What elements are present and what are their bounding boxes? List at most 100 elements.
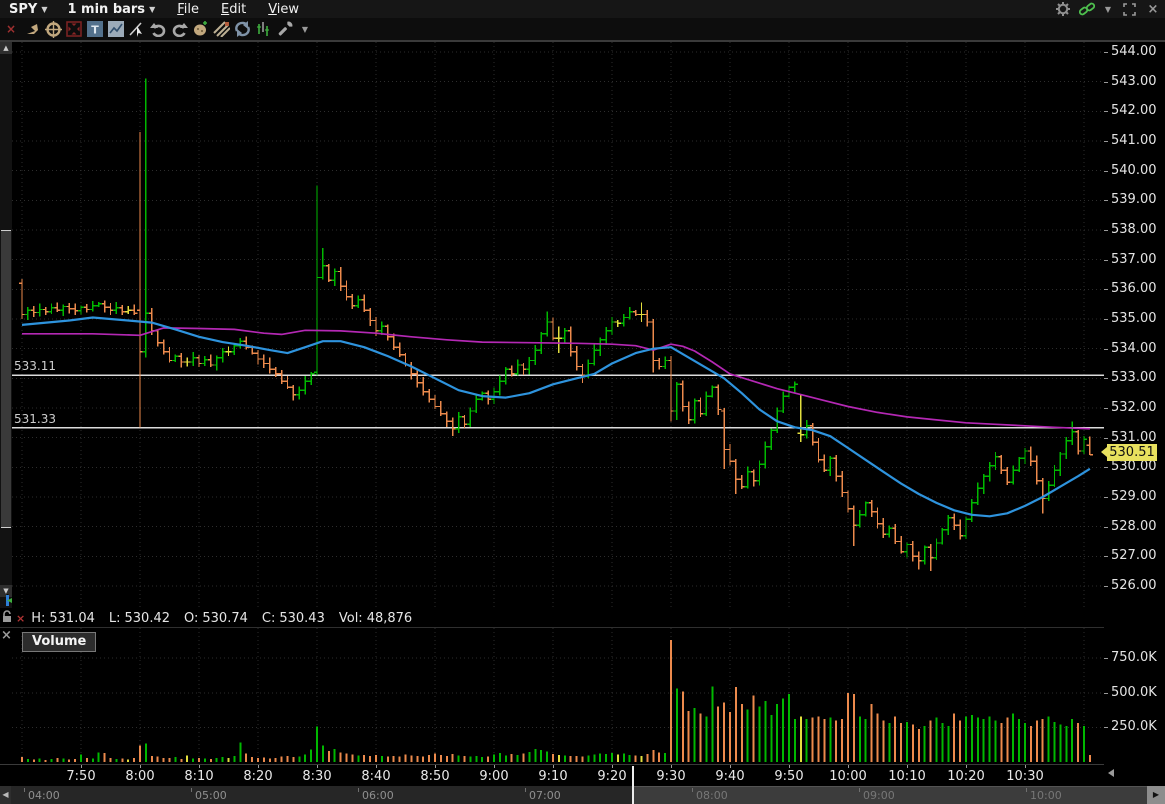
pan-hand-icon[interactable] [22, 20, 42, 38]
close-window-icon[interactable]: × [1145, 1, 1161, 17]
price-axis-label: 544.00 [1111, 44, 1157, 59]
price-axis-label: 527.00 [1111, 548, 1157, 564]
drawn-line-price-label: 531.33 [14, 411, 56, 426]
redo-icon[interactable] [169, 20, 189, 38]
price-axis-tick [1104, 200, 1108, 201]
lock-icon[interactable] [0, 609, 13, 623]
style-brush-icon[interactable] [190, 20, 210, 38]
center-view-icon[interactable] [64, 20, 84, 38]
vertical-scroll-thumb[interactable] [1, 230, 11, 528]
link-charts-icon[interactable] [1079, 1, 1095, 17]
scroll-right-button[interactable]: ▶ [1147, 786, 1165, 804]
pane-divider[interactable] [0, 627, 1104, 628]
link-dropdown-icon[interactable]: ▼ [1103, 1, 1113, 17]
scrollbar-hour-label: 09:00 [863, 789, 895, 802]
wrench-settings-icon[interactable] [274, 20, 294, 38]
price-axis-tick [1104, 82, 1108, 83]
menu-view[interactable]: View [268, 2, 299, 17]
delete-icon[interactable]: × [1, 20, 21, 38]
time-axis-label: 10:10 [888, 769, 926, 784]
undo-icon[interactable] [148, 20, 168, 38]
time-axis-tick [612, 765, 613, 768]
settings-gear-icon[interactable] [1055, 1, 1071, 17]
time-axis-tick [494, 765, 495, 768]
symbol-menu[interactable]: SPY [9, 2, 37, 17]
price-axis-tick [1104, 497, 1108, 498]
price-axis-tick [1104, 289, 1108, 290]
price-axis-tick [1104, 349, 1108, 350]
crosshair-icon[interactable] [43, 20, 63, 38]
price-axis-tick [1104, 260, 1108, 261]
volume-chart-canvas[interactable] [12, 628, 1104, 765]
volume-axis-tick [1104, 693, 1108, 694]
volume-bars-icon[interactable] [253, 20, 273, 38]
session-marker-line [632, 766, 634, 804]
time-axis-label: 9:40 [715, 769, 745, 784]
refresh-icon[interactable] [232, 20, 252, 38]
axis-resize-arrow-icon[interactable] [1108, 769, 1114, 777]
time-axis-tick [140, 765, 141, 768]
time-axis-label: 9:20 [597, 769, 627, 784]
time-axis-tick [789, 765, 790, 768]
price-axis-label: 531.00 [1111, 429, 1157, 445]
menu-edit[interactable]: Edit [221, 2, 246, 17]
hatch-tool-icon[interactable] [211, 20, 231, 38]
interval-menu[interactable]: 1 min bars [67, 2, 145, 17]
volume-chart-svg[interactable] [12, 628, 1104, 765]
status-vol-label: Vol: [338, 610, 363, 626]
price-axis-label: 540.00 [1111, 162, 1157, 178]
menu-bar: SPY ▼ 1 min bars ▼ File Edit View ▼ × [0, 0, 1165, 18]
status-delete-icon[interactable]: × [16, 612, 25, 625]
price-axis-tick [1104, 527, 1108, 528]
price-axis-tick [1104, 408, 1108, 409]
time-axis[interactable]: 7:50 8:00 8:10 8:20 8:30 8:40 8:50 9:00 9:10 9:20… [0, 765, 1104, 785]
price-chart-canvas[interactable]: 533.11 531.33 [12, 42, 1104, 608]
scrollbar-hour-label: 06:00 [362, 789, 394, 802]
price-axis-tick [1104, 230, 1108, 231]
interval-caret-icon[interactable]: ▼ [149, 5, 155, 14]
scrollbar-hour-label: 05:00 [195, 789, 227, 802]
maximize-icon[interactable] [1121, 1, 1137, 17]
price-axis-label: 537.00 [1111, 251, 1157, 267]
scrollbar-hour-label: 10:00 [1030, 789, 1062, 802]
scroll-up-button[interactable]: ▲ [0, 42, 12, 54]
time-axis-label: 8:20 [243, 769, 273, 784]
time-axis-tick [81, 765, 82, 768]
window-controls: ▼ × [1055, 0, 1161, 18]
scroll-left-button[interactable]: ◀ [0, 786, 11, 804]
scrollbar-hour-label: 08:00 [696, 789, 728, 802]
price-axis-label: 533.00 [1111, 370, 1157, 386]
price-axis[interactable]: 530.51 526.00 527.00 528.00 529.00 530.00 531… [1101, 42, 1165, 785]
time-axis-tick [258, 765, 259, 768]
time-axis-label: 8:40 [361, 769, 391, 784]
menu-file[interactable]: File [177, 2, 199, 17]
price-axis-tick [1104, 319, 1108, 320]
time-axis-label: 8:10 [184, 769, 214, 784]
price-axis-label: 539.00 [1111, 192, 1157, 208]
price-axis-label: 528.00 [1111, 518, 1157, 534]
price-axis-tick [1104, 438, 1108, 439]
volume-pane-label[interactable]: Volume [22, 632, 97, 652]
time-axis-label: 9:10 [538, 769, 568, 784]
text-tool-icon[interactable]: T [85, 20, 105, 38]
time-axis-label: 9:50 [774, 769, 804, 784]
volume-axis-tick [1104, 727, 1108, 728]
price-axis-tick [1104, 378, 1108, 379]
price-axis-tick [1104, 52, 1108, 53]
svg-text:T: T [91, 24, 99, 37]
scrollbar-hour-tick [1026, 788, 1027, 792]
symbol-caret-icon[interactable]: ▼ [41, 5, 47, 14]
time-axis-label: 8:50 [420, 769, 450, 784]
status-o-label: O: [184, 610, 199, 626]
price-chart-svg[interactable] [12, 42, 1104, 608]
pointer-line-icon[interactable] [127, 20, 147, 38]
snapshot-icon[interactable] [106, 20, 126, 38]
price-axis-tick [1104, 111, 1108, 112]
time-axis-tick [671, 765, 672, 768]
scrollbar-hour-tick [525, 788, 526, 792]
price-axis-label: 543.00 [1111, 73, 1157, 89]
more-tools-caret-icon[interactable]: ▼ [295, 20, 315, 38]
time-axis-tick [730, 765, 731, 768]
time-axis-tick [907, 765, 908, 768]
status-l-label: L: [108, 610, 121, 626]
